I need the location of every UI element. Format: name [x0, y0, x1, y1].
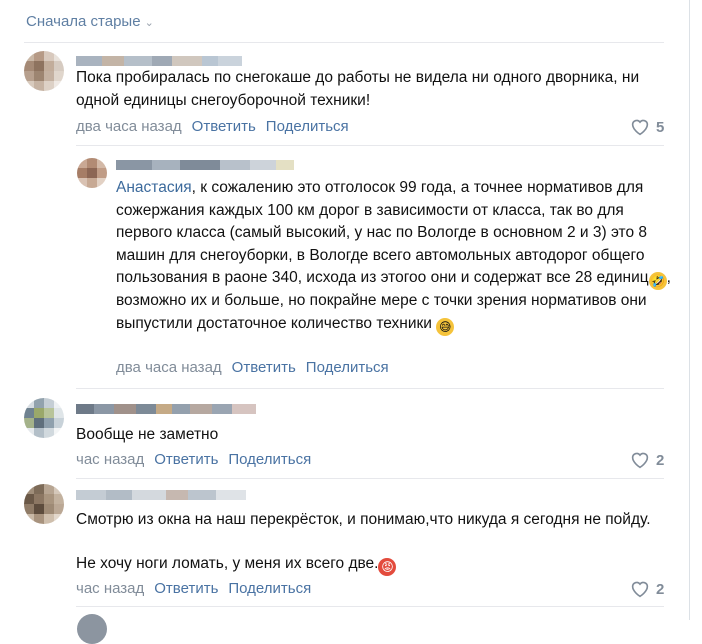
like-button[interactable]: 2 [630, 580, 664, 598]
angry-emoji-icon: 😡 [378, 558, 397, 576]
comment-meta: час назад Ответить Поделиться [76, 580, 311, 597]
comment-text: Анастасия, к сожалению это отголосок 99 … [116, 177, 676, 336]
avatar[interactable] [24, 398, 64, 438]
share-button[interactable]: Поделиться [228, 580, 311, 597]
comment-text: Смотрю из окна на наш перекрёсток, и пон… [76, 511, 651, 528]
author-name[interactable] [76, 56, 242, 66]
comment-time[interactable]: два часа назад [116, 359, 222, 376]
heart-icon [631, 581, 649, 598]
share-button[interactable]: Поделиться [306, 359, 389, 376]
author-name[interactable] [116, 160, 294, 170]
divider [76, 388, 664, 389]
comment-text-part: Не хочу ноги ломать, у меня их всего две… [76, 555, 379, 572]
like-count: 2 [656, 451, 665, 469]
reply-button[interactable]: Ответить [154, 580, 218, 597]
divider [76, 145, 664, 146]
share-button[interactable]: Поделиться [228, 451, 311, 468]
author-name[interactable] [76, 490, 246, 500]
sweat-smile-emoji-icon: 😅 [436, 317, 455, 336]
divider [76, 478, 664, 479]
avatar[interactable] [77, 614, 107, 644]
divider [76, 606, 664, 607]
chevron-down-icon: ⌄ [144, 17, 154, 29]
sort-label: Сначала старые [26, 13, 141, 30]
share-button[interactable]: Поделиться [266, 118, 349, 135]
comment-text: Вообще не заметно [76, 426, 219, 443]
heart-icon [631, 119, 649, 136]
comment-time[interactable]: два часа назад [76, 118, 182, 135]
avatar[interactable] [24, 484, 64, 524]
mention-link[interactable]: Анастасия [116, 179, 192, 196]
divider [24, 42, 664, 43]
avatar[interactable] [24, 51, 64, 91]
comment-text: Пока пробиралась по снегокаше до работы … [76, 69, 640, 109]
like-count: 5 [656, 118, 665, 136]
page-border [689, 0, 690, 620]
reply-button[interactable]: Ответить [154, 451, 218, 468]
comment-time[interactable]: час назад [76, 580, 144, 597]
comment-time[interactable]: час назад [76, 451, 144, 468]
comment-text: Не хочу ноги ломать, у меня их всего две… [76, 553, 676, 576]
like-count: 2 [656, 580, 665, 598]
heart-icon [631, 452, 649, 469]
reply-button[interactable]: Ответить [192, 118, 256, 135]
author-name[interactable] [76, 404, 256, 414]
comment-meta: час назад Ответить Поделиться [76, 451, 311, 468]
rofl-emoji-icon: 🤣 [648, 272, 667, 290]
avatar[interactable] [77, 158, 107, 188]
sort-dropdown[interactable]: Сначала старые ⌄ [26, 13, 154, 30]
like-button[interactable]: 5 [630, 118, 664, 136]
comment-meta: два часа назад Ответить Поделиться [116, 359, 389, 376]
comment-meta: два часа назад Ответить Поделиться [76, 118, 349, 135]
like-button[interactable]: 2 [630, 451, 664, 469]
comment-text-part: , к сожалению это отголосок 99 года, а т… [116, 179, 649, 286]
reply-button[interactable]: Ответить [232, 359, 296, 376]
